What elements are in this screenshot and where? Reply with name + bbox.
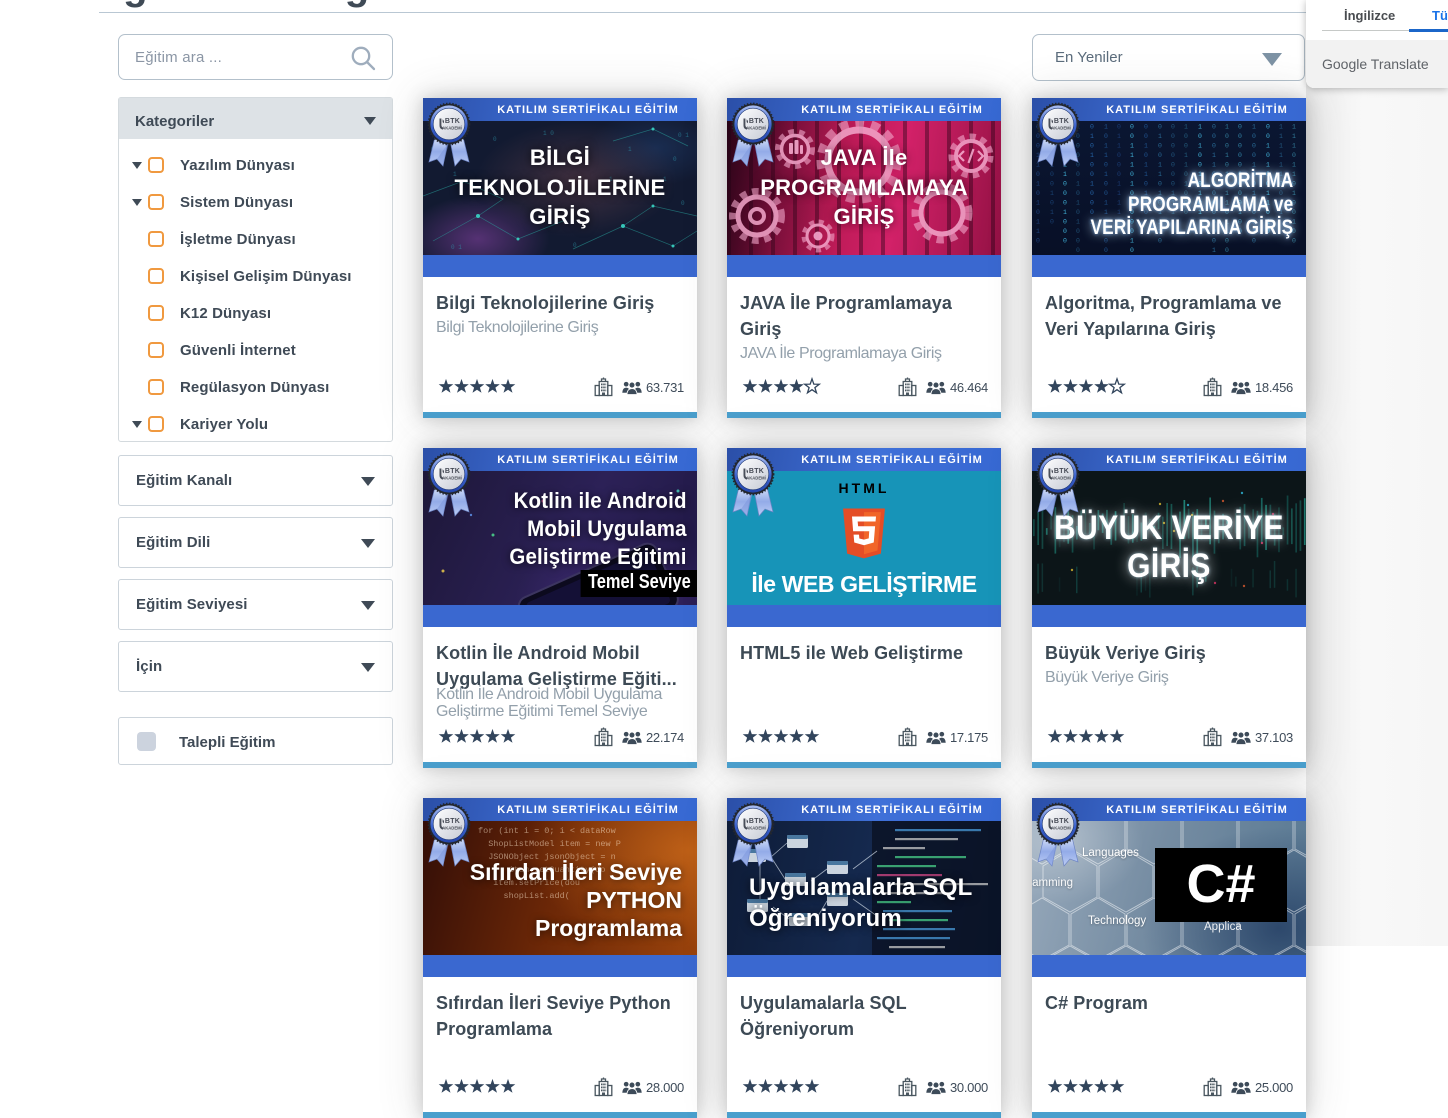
svg-text:AKADEMİ: AKADEMİ (442, 826, 462, 831)
svg-text:0: 0 (573, 242, 577, 249)
svg-text:BTK: BTK (445, 818, 460, 825)
svg-text:AKADEMİ: AKADEMİ (442, 476, 462, 481)
svg-text:AKADEMİ: AKADEMİ (746, 476, 766, 481)
svg-text:BTK: BTK (1054, 118, 1069, 125)
svg-text:AKADEMİ: AKADEMİ (746, 126, 766, 131)
svg-text:AKADEMİ: AKADEMİ (442, 126, 462, 131)
svg-text:1 0: 1 0 (543, 130, 554, 137)
svg-text:AKADEMİ: AKADEMİ (1051, 126, 1071, 131)
svg-text:0 1: 0 1 (451, 244, 462, 251)
svg-text:BTK: BTK (1054, 818, 1069, 825)
svg-text:0: 0 (493, 136, 497, 143)
svg-text:AKADEMİ: AKADEMİ (1051, 826, 1071, 831)
svg-text:BTK: BTK (445, 468, 460, 475)
svg-text:BTK: BTK (1054, 468, 1069, 475)
svg-text:BTK: BTK (749, 118, 764, 125)
svg-text:AKADEMİ: AKADEMİ (746, 826, 766, 831)
svg-text:BTK: BTK (749, 468, 764, 475)
svg-text:BTK: BTK (749, 818, 764, 825)
svg-text:0 1: 0 1 (678, 132, 689, 139)
svg-text:BTK: BTK (445, 118, 460, 125)
svg-text:AKADEMİ: AKADEMİ (1051, 476, 1071, 481)
